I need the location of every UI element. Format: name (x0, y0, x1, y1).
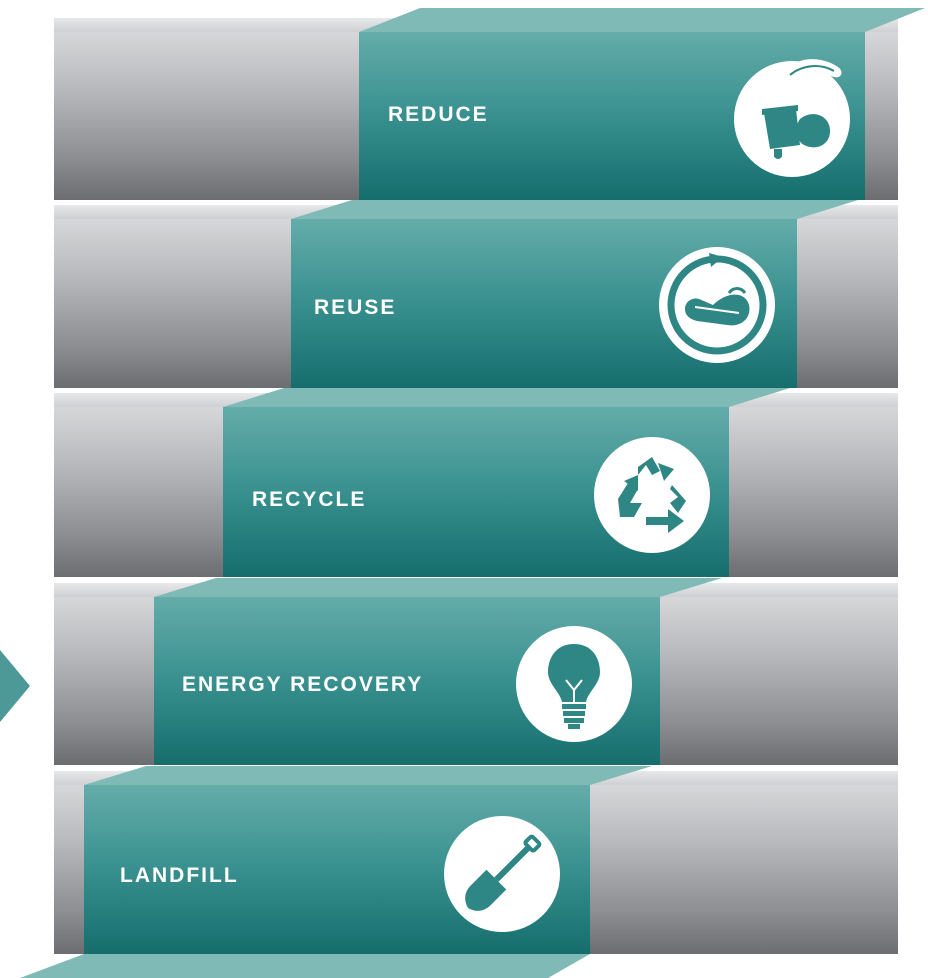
step-label-landfill: LANDFILL (120, 864, 239, 887)
stair-top-4 (154, 578, 722, 597)
side-arrow-icon (0, 650, 30, 722)
light-bulb-icon (516, 626, 632, 742)
stair-top-2 (291, 200, 858, 219)
hand-placing-waste-bin-icon (734, 59, 850, 177)
stair-top-5 (84, 766, 652, 785)
stair-top-bottom (20, 954, 590, 978)
step-label-recycle: RECYCLE (252, 488, 367, 511)
shovel-icon (444, 816, 560, 932)
reuse-shoe-cycle-icon (659, 247, 775, 363)
waste-hierarchy-staircase: REDUCE REUSE RECYCLE ENERGY RECOVERY LAN… (0, 0, 928, 978)
recycle-arrows-icon (594, 437, 710, 553)
step-label-reduce: REDUCE (388, 103, 489, 126)
stair-top-3 (223, 388, 790, 407)
stair-top-1 (359, 8, 925, 32)
step-label-energy-recovery: ENERGY RECOVERY (182, 673, 424, 696)
step-label-reuse: REUSE (314, 296, 397, 319)
